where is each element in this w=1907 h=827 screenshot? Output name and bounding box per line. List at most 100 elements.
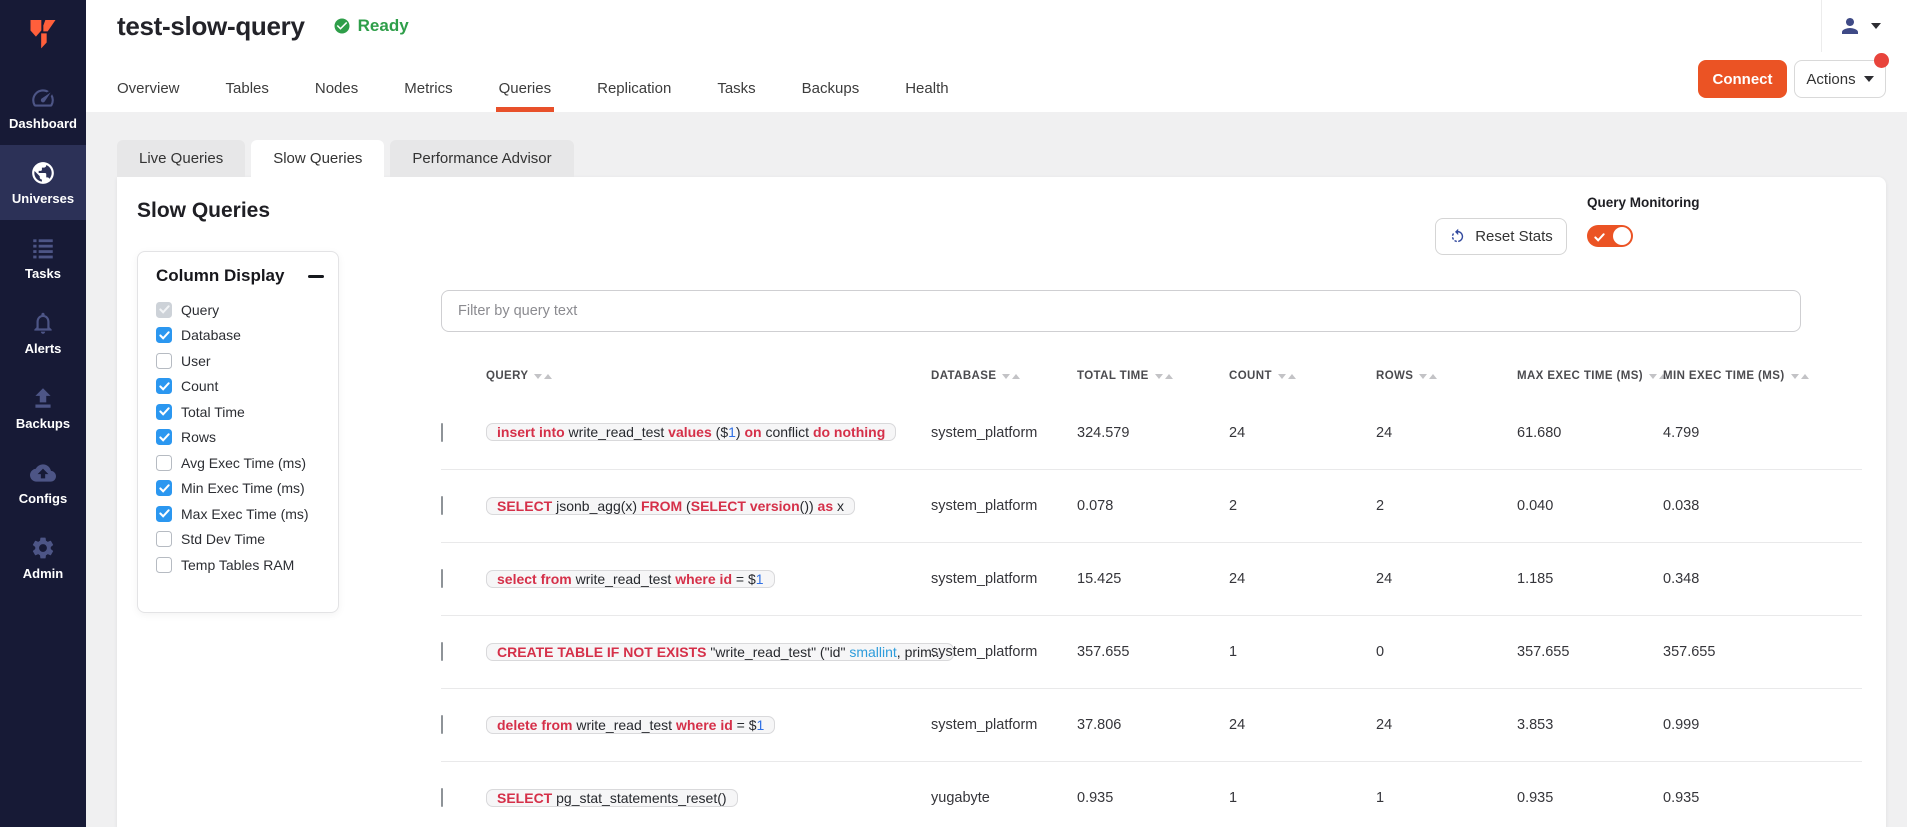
query-text[interactable]: insert into write_read_test values ($1) … [486,423,896,441]
query-text[interactable]: CREATE TABLE IF NOT EXISTS "write_read_t… [486,643,954,661]
column-option-label: Min Exec Time (ms) [181,480,305,496]
table-row[interactable]: select from write_read_test where id = $… [441,542,1862,615]
column-option-total-time[interactable]: Total Time [156,399,324,425]
column-header-count[interactable]: COUNT [1229,370,1376,382]
rows-cell: 24 [1376,717,1517,733]
row-checkbox[interactable] [441,715,443,734]
column-header-query[interactable]: QUERY [486,370,931,382]
reset-stats-label: Reset Stats [1475,228,1553,245]
query-monitoring-toggle[interactable] [1587,225,1633,247]
table-row[interactable]: delete from write_read_test where id = $… [441,688,1862,761]
query-text[interactable]: select from write_read_test where id = $… [486,570,775,588]
subtab-slow-queries[interactable]: Slow Queries [251,140,384,177]
checkbox-icon[interactable] [156,378,172,394]
table-row[interactable]: SELECT jsonb_agg(x) FROM (SELECT version… [441,469,1862,542]
count-cell: 1 [1229,790,1376,806]
sort-arrows-icon[interactable] [1278,374,1296,379]
subtab-performance-advisor[interactable]: Performance Advisor [390,140,573,177]
actions-button[interactable]: Actions [1794,60,1886,98]
sidebar-item-alerts[interactable]: Alerts [0,295,86,370]
sort-arrows-icon[interactable] [534,374,552,379]
nav-tab-health[interactable]: Health [905,70,948,112]
topbar: test-slow-query Ready Overview Tables Node… [86,0,1907,112]
column-option-label: Temp Tables RAM [181,557,294,573]
rows-cell: 0 [1376,644,1517,660]
content-area: Live QueriesSlow QueriesPerformance Advi… [86,112,1907,827]
table-row[interactable]: CREATE TABLE IF NOT EXISTS "write_read_t… [441,615,1862,688]
checkbox-icon[interactable] [156,557,172,573]
connect-button[interactable]: Connect [1698,60,1787,98]
column-option-database[interactable]: Database [156,323,324,349]
sidebar-item-admin[interactable]: Admin [0,520,86,595]
nav-tab-queries[interactable]: Queries [499,70,552,112]
nav-tab-tasks[interactable]: Tasks [717,70,755,112]
column-header-database[interactable]: DATABASE [931,370,1077,382]
sidebar-item-dashboard[interactable]: Dashboard [0,70,86,145]
sidebar-item-backups[interactable]: Backups [0,370,86,445]
column-option-avg-exec-time-ms[interactable]: Avg Exec Time (ms) [156,450,324,476]
nav-tab-replication[interactable]: Replication [597,70,671,112]
column-option-temp-tables-ram[interactable]: Temp Tables RAM [156,552,324,578]
sort-arrows-icon[interactable] [1419,374,1437,379]
notification-dot [1874,53,1889,68]
sort-arrows-icon[interactable] [1791,374,1809,379]
count-cell: 24 [1229,717,1376,733]
checkbox-icon[interactable] [156,531,172,547]
table-row[interactable]: insert into write_read_test values ($1) … [441,396,1862,469]
nav-tab-nodes[interactable]: Nodes [315,70,358,112]
column-header-min-exec-time-ms[interactable]: MIN EXEC TIME (MS) [1663,370,1862,382]
sidebar-item-universes[interactable]: Universes [0,145,86,220]
subtab-live-queries[interactable]: Live Queries [117,140,245,177]
min-exec-time-cell: 0.999 [1663,717,1862,733]
collapse-minus-icon[interactable] [308,275,324,278]
count-cell: 2 [1229,498,1376,514]
column-display-card: Column Display QueryDatabaseUserCountTot… [137,251,339,613]
column-option-rows[interactable]: Rows [156,425,324,451]
sort-arrows-icon[interactable] [1002,374,1020,379]
yugabyte-logo-icon[interactable] [0,0,86,70]
column-display-title: Column Display [156,266,284,286]
max-exec-time-cell: 1.185 [1517,571,1663,587]
row-checkbox[interactable] [441,569,443,588]
checkbox-icon[interactable] [156,455,172,471]
column-header-max-exec-time-ms[interactable]: MAX EXEC TIME (MS) [1517,370,1663,382]
sort-arrows-icon[interactable] [1155,374,1173,379]
row-checkbox[interactable] [441,496,443,515]
column-option-min-exec-time-ms[interactable]: Min Exec Time (ms) [156,476,324,502]
query-filter-input[interactable] [441,290,1801,332]
table-row[interactable]: SELECT pg_stat_statements_reset()yugabyt… [441,761,1862,827]
row-checkbox[interactable] [441,642,443,661]
universe-title-row: test-slow-query Ready [117,8,409,44]
check-icon [1594,230,1605,248]
nav-tab-overview[interactable]: Overview [117,70,180,112]
column-option-std-dev-time[interactable]: Std Dev Time [156,527,324,553]
reset-stats-button[interactable]: Reset Stats [1435,218,1567,255]
sidebar-item-tasks[interactable]: Tasks [0,220,86,295]
dashboard-gauge-icon [30,85,56,111]
column-option-label: User [181,353,211,369]
query-text[interactable]: SELECT pg_stat_statements_reset() [486,789,738,807]
row-checkbox[interactable] [441,423,443,442]
column-option-count[interactable]: Count [156,374,324,400]
total-time-cell: 15.425 [1077,571,1229,587]
checkbox-icon[interactable] [156,480,172,496]
checkbox-icon[interactable] [156,327,172,343]
column-option-max-exec-time-ms[interactable]: Max Exec Time (ms) [156,501,324,527]
nav-tab-backups[interactable]: Backups [802,70,860,112]
column-header-total-time[interactable]: TOTAL TIME [1077,370,1229,382]
count-cell: 24 [1229,571,1376,587]
sidebar-item-configs[interactable]: Configs [0,445,86,520]
user-menu[interactable] [1821,0,1897,52]
checkbox-icon[interactable] [156,429,172,445]
nav-tab-metrics[interactable]: Metrics [404,70,452,112]
column-header-rows[interactable]: ROWS [1376,370,1517,382]
checkbox-icon[interactable] [156,506,172,522]
checkbox-icon[interactable] [156,353,172,369]
query-text[interactable]: SELECT jsonb_agg(x) FROM (SELECT version… [486,497,855,515]
query-text[interactable]: delete from write_read_test where id = $… [486,716,775,734]
reset-rotate-icon [1449,228,1466,245]
checkbox-icon[interactable] [156,404,172,420]
column-option-user[interactable]: User [156,348,324,374]
row-checkbox[interactable] [441,788,443,807]
nav-tab-tables[interactable]: Tables [226,70,269,112]
